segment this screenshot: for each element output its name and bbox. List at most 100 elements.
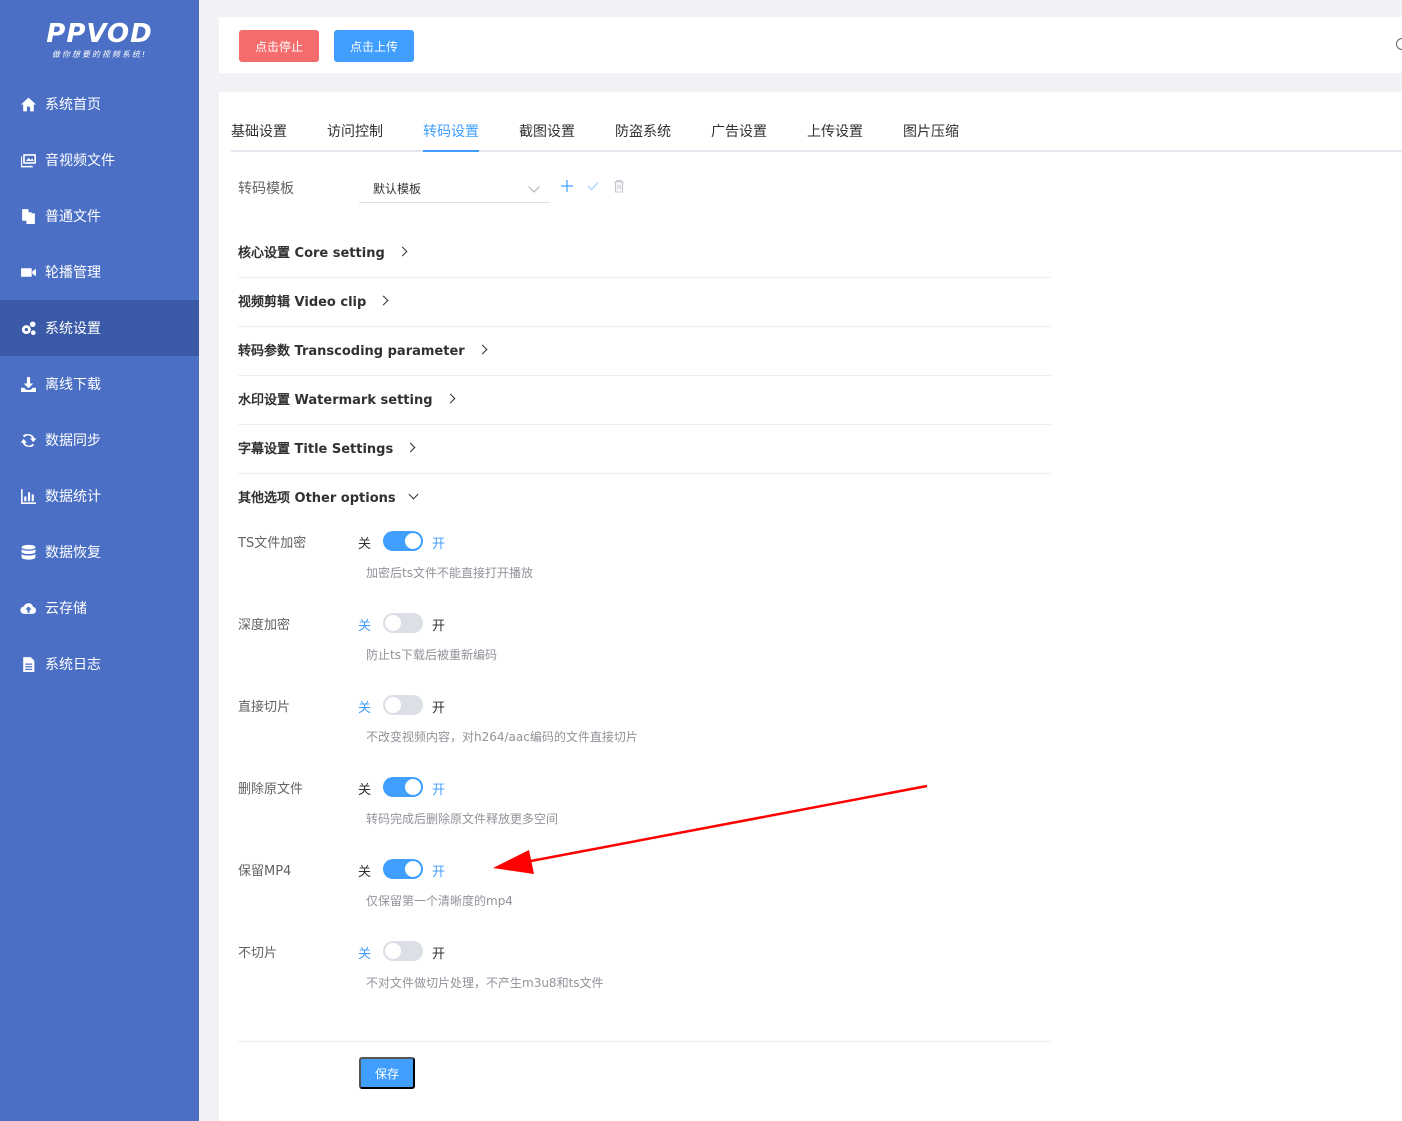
files-icon — [19, 207, 37, 225]
option-label: 删除原文件 — [238, 782, 304, 797]
sidebar-item-label: 音视频文件 — [45, 153, 115, 169]
template-select-value: 默认模板 — [373, 182, 422, 196]
sidebar-item-label: 云存储 — [45, 601, 87, 617]
tab-screenshot[interactable]: 截图设置 — [519, 112, 575, 152]
switch-off-text: 关 — [358, 619, 372, 634]
sidebar-item-media[interactable]: 音视频文件 — [0, 132, 199, 188]
sidebar: PPVOD 做你想要的视频系统! 系统首页 音视频文件 普通文件 轮播管理 系统… — [0, 0, 199, 1121]
option-hint: 转码完成后删除原文件释放更多空间 — [366, 812, 559, 826]
top-toolbar: 点击停止 点击上传 — [219, 17, 1402, 73]
sidebar-item-label: 离线下载 — [45, 377, 101, 393]
settings-tabs: 基础设置 访问控制 转码设置 截图设置 防盗系统 广告设置 上传设置 图片压缩 — [231, 112, 1402, 152]
option-hint: 不改变视频内容，对h264/aac编码的文件直接切片 — [366, 730, 638, 744]
sidebar-item-label: 普通文件 — [45, 209, 101, 225]
sync-icon — [19, 431, 37, 449]
delete-original-switch[interactable] — [383, 777, 423, 797]
chevron-right-icon — [405, 442, 416, 453]
circle-icon[interactable] — [1396, 38, 1402, 50]
delete-icon[interactable] — [611, 178, 627, 194]
section-title-text: 视频剪辑 Video clip — [238, 295, 367, 310]
switch-on-text: 开 — [432, 947, 446, 962]
section-title-settings[interactable]: 字幕设置 Title Settings — [238, 425, 1051, 474]
chevron-right-icon — [378, 295, 389, 306]
sidebar-item-label: 数据恢复 — [45, 545, 101, 561]
keep-mp4-switch[interactable] — [383, 859, 423, 879]
sidebar-item-logs[interactable]: 系统日志 — [0, 636, 199, 692]
template-select[interactable]: 默认模板 — [359, 172, 550, 203]
section-watermark-setting[interactable]: 水印设置 Watermark setting — [238, 376, 1051, 425]
sidebar-item-settings[interactable]: 系统设置 — [0, 300, 199, 356]
switch-on-text: 开 — [432, 537, 446, 552]
option-label: 深度加密 — [238, 618, 291, 633]
logo-slogan: 做你想要的视频系统! — [51, 49, 148, 59]
tab-access-control[interactable]: 访问控制 — [327, 112, 383, 152]
tab-upload[interactable]: 上传设置 — [807, 112, 863, 152]
switch-on-text: 开 — [432, 701, 446, 716]
sidebar-item-carousel[interactable]: 轮播管理 — [0, 244, 199, 300]
option-hint: 不对文件做切片处理，不产生m3u8和ts文件 — [366, 976, 604, 990]
switch-off-text: 关 — [358, 865, 372, 880]
download-icon — [19, 375, 37, 393]
save-button[interactable]: 保存 — [359, 1057, 415, 1089]
deep-encrypt-switch[interactable] — [383, 613, 423, 633]
tab-image-compress[interactable]: 图片压缩 — [903, 112, 959, 152]
section-title: 核心设置 Core setting — [238, 229, 408, 278]
ts-encrypt-switch[interactable] — [383, 531, 423, 551]
sidebar-item-label: 数据同步 — [45, 433, 101, 449]
logo: PPVOD 做你想要的视频系统! — [0, 0, 199, 80]
database-icon — [19, 543, 37, 561]
section-title: 其他选项 Other options — [238, 474, 419, 523]
switch-on-text: 开 — [432, 783, 446, 798]
section-title: 视频剪辑 Video clip — [238, 278, 389, 327]
section-video-clip[interactable]: 视频剪辑 Video clip — [238, 278, 1051, 327]
sidebar-item-label: 系统日志 — [45, 657, 101, 673]
sidebar-item-stats[interactable]: 数据统计 — [0, 468, 199, 524]
sidebar-item-cloud[interactable]: 云存储 — [0, 580, 199, 636]
document-icon — [19, 655, 37, 673]
sidebar-item-download[interactable]: 离线下载 — [0, 356, 199, 412]
settings-panel: 基础设置 访问控制 转码设置 截图设置 防盗系统 广告设置 上传设置 图片压缩 … — [219, 92, 1402, 1121]
upload-button[interactable]: 点击上传 — [334, 30, 414, 62]
sidebar-item-home[interactable]: 系统首页 — [0, 76, 199, 132]
section-transcoding-parameter[interactable]: 转码参数 Transcoding parameter — [238, 327, 1051, 376]
section-title-text: 核心设置 Core setting — [238, 246, 385, 261]
switch-off-text: 关 — [358, 537, 372, 552]
chevron-down-icon — [528, 181, 540, 193]
tab-transcode[interactable]: 转码设置 — [423, 112, 479, 152]
sidebar-item-label: 轮播管理 — [45, 265, 101, 281]
option-label: 不切片 — [238, 946, 278, 961]
bar-chart-icon — [19, 487, 37, 505]
check-icon[interactable] — [585, 178, 601, 194]
no-slice-switch[interactable] — [383, 941, 423, 961]
chevron-right-icon — [397, 246, 408, 257]
sidebar-item-label: 系统设置 — [45, 321, 101, 337]
sidebar-item-restore[interactable]: 数据恢复 — [0, 524, 199, 580]
video-camera-icon — [19, 263, 37, 281]
section-core-setting[interactable]: 核心设置 Core setting — [238, 229, 1051, 278]
option-hint: 加密后ts文件不能直接打开播放 — [366, 566, 533, 580]
sidebar-item-files[interactable]: 普通文件 — [0, 188, 199, 244]
gears-icon — [19, 319, 37, 337]
cloud-upload-icon — [19, 599, 37, 617]
sidebar-item-sync[interactable]: 数据同步 — [0, 412, 199, 468]
home-icon — [19, 95, 37, 113]
form-divider — [238, 1041, 1051, 1042]
section-other-options[interactable]: 其他选项 Other options — [238, 474, 1051, 523]
chevron-down-icon — [408, 489, 419, 500]
stop-button[interactable]: 点击停止 — [239, 30, 319, 62]
section-title-text: 转码参数 Transcoding parameter — [238, 344, 465, 359]
section-title-text: 水印设置 Watermark setting — [238, 393, 433, 408]
direct-slice-switch[interactable] — [383, 695, 423, 715]
active-tab-indicator — [423, 150, 479, 152]
section-title-text: 字幕设置 Title Settings — [238, 442, 394, 457]
switch-on-text: 开 — [432, 865, 446, 880]
tab-ads[interactable]: 广告设置 — [711, 112, 767, 152]
option-label: 保留MP4 — [238, 864, 292, 879]
chevron-right-icon — [445, 393, 455, 404]
sidebar-item-label: 数据统计 — [45, 489, 101, 505]
switch-off-text: 关 — [358, 947, 372, 962]
add-icon[interactable] — [559, 178, 575, 194]
switch-off-text: 关 — [358, 783, 372, 798]
tab-anti-leech[interactable]: 防盗系统 — [615, 112, 671, 152]
tab-basic[interactable]: 基础设置 — [231, 112, 287, 152]
